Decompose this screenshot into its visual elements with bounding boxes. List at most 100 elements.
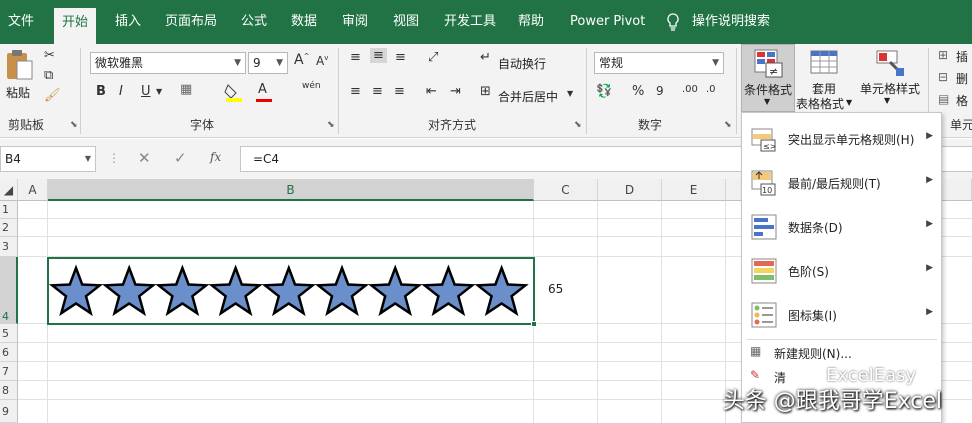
decrease-indent-icon[interactable]: ⇤ [426,84,437,99]
active-cell-b4[interactable] [47,257,537,327]
delete-cells-icon[interactable]: ⊟ [938,70,948,84]
menu-item-top-bottom-rules[interactable]: 10 最前/最后规则(T) ▶ [742,161,941,205]
star-icon [314,264,370,317]
row-header-7[interactable]: 7 [0,362,18,381]
cell-styles-icon [876,50,904,76]
tab-view[interactable]: 视图 [393,0,419,44]
tell-me-search[interactable]: 操作说明搜索 [692,0,770,44]
lightbulb-icon [666,0,680,44]
format-cells-button[interactable]: 格 [956,92,968,109]
insert-cells-icon[interactable]: ⊞ [938,48,948,62]
align-middle-icon[interactable]: ≡ [370,48,387,63]
bold-button[interactable]: B [96,84,106,99]
font-name-select[interactable]: 微软雅黑 ▼ [90,52,246,74]
cell-c4[interactable]: 65 [548,282,563,296]
menu-item-highlight-rules[interactable]: ≤> 突出显示单元格规则(H) ▶ [742,117,941,161]
column-header-b[interactable]: B [48,179,534,201]
merge-center-button[interactable]: 合并后居中 [498,88,558,105]
comma-button[interactable]: 9 [656,84,664,98]
enter-icon[interactable]: ✓ [174,149,187,167]
conditional-formatting-button[interactable]: ≠ 条件格式 ▼ [741,44,795,112]
tab-developer[interactable]: 开发工具 [444,0,496,44]
menu-item-icon-sets[interactable]: 图标集(I) ▶ [742,293,941,337]
align-bottom-icon[interactable]: ≡ [395,50,406,65]
shrink-font-icon[interactable]: Av [316,54,328,68]
format-as-table-button[interactable]: 套用 表格格式 ▼ [796,44,856,112]
select-all-corner[interactable]: ◢ [0,179,18,201]
align-left-icon[interactable]: ≡ [350,84,361,99]
merge-center-icon[interactable]: ⊞ [480,84,491,99]
paste-button[interactable]: 粘贴 [4,48,40,108]
chevron-right-icon: ▶ [926,219,933,229]
cell-styles-label: 单元格样式 [860,82,921,96]
orientation-icon[interactable]: ⤢ [428,50,438,65]
dialog-launcher-icon[interactable]: ⬊ [70,120,78,130]
tab-review[interactable]: 审阅 [342,0,368,44]
paste-label: 粘贴 [6,86,31,100]
row-header-4[interactable]: 4 [0,257,18,324]
copy-icon[interactable]: ⧉ [44,68,53,83]
divider [736,48,737,134]
name-box[interactable]: B4 ▼ [0,146,96,172]
svg-text:10: 10 [762,186,772,195]
cell-styles-button[interactable]: 单元格样式 ▼ [858,44,920,112]
row-header-6[interactable]: 6 [0,343,18,362]
tab-help[interactable]: 帮助 [518,0,544,44]
cut-icon[interactable]: ✂ [44,48,55,63]
phonetic-button[interactable]: wén [302,81,321,91]
insert-cells-button[interactable]: 插 [956,48,968,65]
row-header-2[interactable]: 2 [0,219,18,237]
tab-insert[interactable]: 插入 [115,0,141,44]
grow-font-icon[interactable]: A^ [294,52,309,68]
align-center-icon[interactable]: ≡ [372,84,383,99]
tab-page-layout[interactable]: 页面布局 [165,0,217,44]
number-format-select[interactable]: 常规 ▼ [594,52,724,74]
format-painter-icon[interactable]: 🖌 [44,88,61,103]
column-header-d[interactable]: D [598,179,662,201]
percent-button[interactable]: % [632,84,644,99]
chevron-down-icon[interactable]: ▼ [156,87,162,96]
number-group-label: 数字 [638,118,663,132]
increase-decimal-icon[interactable]: .00 [682,84,698,95]
align-right-icon[interactable]: ≡ [394,84,405,99]
font-size-select[interactable]: 9 ▼ [248,52,288,74]
underline-button[interactable]: U [141,84,151,99]
column-header-a[interactable]: A [18,179,48,201]
increase-indent-icon[interactable]: ⇥ [450,84,461,99]
font-color-button[interactable]: A [256,82,272,102]
font-name-value: 微软雅黑 [95,56,144,70]
row-header-1[interactable]: 1 [0,201,18,219]
tab-formulas[interactable]: 公式 [241,0,267,44]
format-cells-icon[interactable]: ▤ [938,92,949,106]
menu-item-color-scales[interactable]: 色阶(S) ▶ [742,249,941,293]
column-header-e[interactable]: E [662,179,726,201]
italic-button[interactable]: I [119,84,123,99]
border-icon[interactable]: ▦ [180,82,192,97]
chevron-down-icon[interactable]: ▼ [567,89,573,98]
decrease-decimal-icon[interactable]: .0 [706,84,716,95]
delete-cells-button[interactable]: 删 [956,70,968,87]
row-header-8[interactable]: 8 [0,381,18,400]
wrap-text-button[interactable]: 自动换行 [498,55,546,72]
dialog-launcher-icon[interactable]: ⬊ [724,120,732,130]
menu-item-data-bars[interactable]: 数据条(D) ▶ [742,205,941,249]
column-header-c[interactable]: C [534,179,598,201]
row-header-5[interactable]: 5 [0,324,18,343]
row-header-3[interactable]: 3 [0,237,18,257]
dialog-launcher-icon[interactable]: ⬊ [574,120,582,130]
dialog-launcher-icon[interactable]: ⬊ [327,120,335,130]
tab-home[interactable]: 开始 [54,8,97,44]
align-top-icon[interactable]: ≡ [350,50,361,65]
gridline [661,201,662,423]
insert-function-button[interactable]: fx [210,150,221,164]
currency-icon[interactable]: 💱 [596,84,612,99]
menu-item-label: 数据条(D) [788,221,843,235]
wrap-text-icon[interactable]: ↵ [480,50,491,65]
cancel-icon[interactable]: ✕ [138,149,151,167]
tab-power-pivot[interactable]: Power Pivot [570,0,645,44]
tab-file[interactable]: 文件 [8,0,34,44]
tab-data[interactable]: 数据 [291,0,317,44]
row-header-9[interactable]: 9 [0,400,18,423]
menu-item-new-rule[interactable]: ▦ 新建规则(N)... [742,341,941,365]
fill-color-icon[interactable] [224,82,244,106]
